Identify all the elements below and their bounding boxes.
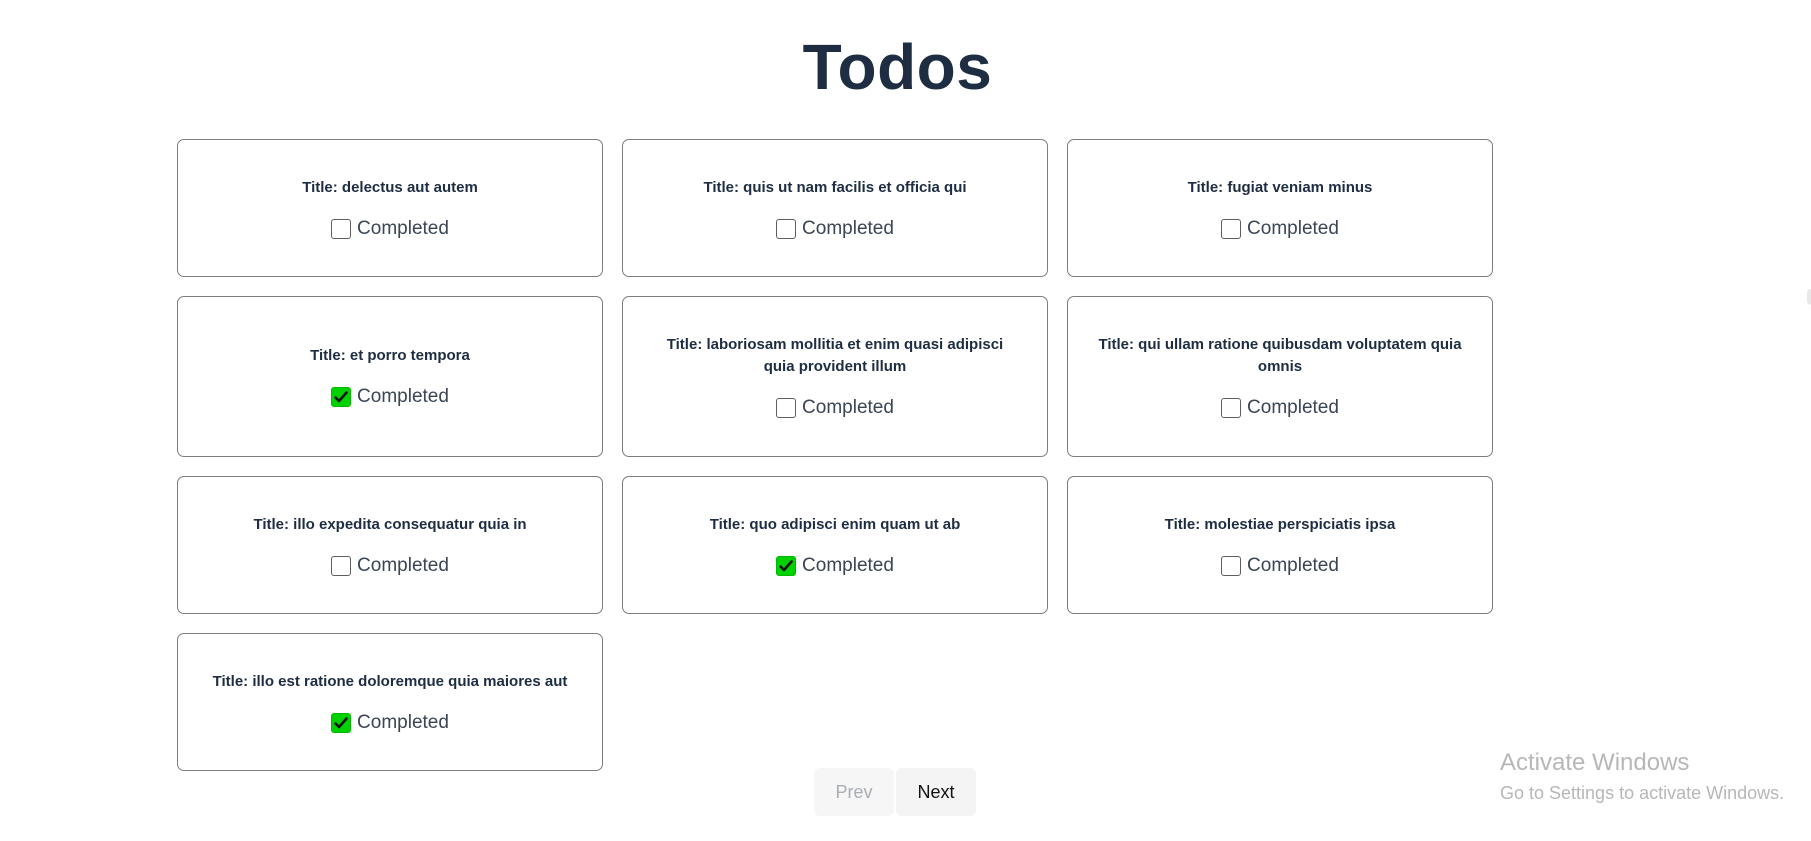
prev-button[interactable]: Prev bbox=[814, 768, 894, 816]
todo-title: Title: et porro tempora bbox=[310, 347, 470, 364]
completed-toggle[interactable]: Completed bbox=[776, 555, 894, 577]
completed-toggle[interactable]: Completed bbox=[776, 218, 894, 240]
completed-checkbox[interactable] bbox=[776, 555, 797, 576]
completed-toggle[interactable]: Completed bbox=[331, 386, 449, 408]
checkmark-icon bbox=[334, 391, 348, 403]
completed-label: Completed bbox=[802, 217, 894, 239]
todo-title: Title: quo adipisci enim quam ut ab bbox=[709, 515, 961, 533]
todo-title: Title: fugiat veniam minus bbox=[1187, 178, 1373, 196]
completed-checkbox[interactable] bbox=[331, 218, 352, 239]
completed-checkbox[interactable] bbox=[1221, 555, 1242, 576]
todo-card: Title: fugiat veniam minus Completed bbox=[1067, 139, 1493, 277]
completed-label: Completed bbox=[357, 554, 449, 576]
todo-card: Title: et porro tempora Completed bbox=[177, 296, 603, 457]
completed-toggle[interactable]: Completed bbox=[1221, 218, 1339, 240]
completed-label: Completed bbox=[357, 386, 449, 407]
checkmark-icon bbox=[334, 716, 348, 728]
completed-checkbox[interactable] bbox=[776, 218, 797, 239]
todo-title: Title: delectus aut autem bbox=[302, 178, 478, 196]
completed-checkbox[interactable] bbox=[776, 398, 797, 418]
todo-card: Title: qui ullam ratione quibusdam volup… bbox=[1067, 296, 1493, 457]
completed-checkbox[interactable] bbox=[331, 387, 352, 407]
completed-label: Completed bbox=[357, 217, 449, 239]
completed-label: Completed bbox=[357, 711, 449, 733]
completed-label: Completed bbox=[802, 397, 894, 418]
completed-toggle[interactable]: Completed bbox=[331, 712, 449, 734]
watermark-title: Activate Windows bbox=[1500, 749, 1690, 776]
pagination: Prev Next bbox=[814, 768, 976, 816]
todo-title: Title: quis ut nam facilis et officia qu… bbox=[703, 178, 967, 196]
todo-card: Title: quis ut nam facilis et officia qu… bbox=[622, 139, 1048, 277]
completed-toggle[interactable]: Completed bbox=[776, 397, 894, 419]
checkmark-icon bbox=[779, 559, 793, 571]
todo-card: Title: delectus aut autem Completed bbox=[177, 139, 603, 277]
todo-card: Title: illo est ratione doloremque quia … bbox=[177, 633, 603, 771]
completed-toggle[interactable]: Completed bbox=[1221, 555, 1339, 577]
todo-card: Title: illo expedita consequatur quia in… bbox=[177, 476, 603, 614]
todo-grid: Title: delectus aut autem Completed Titl… bbox=[177, 139, 1493, 771]
completed-checkbox[interactable] bbox=[331, 555, 352, 576]
completed-label: Completed bbox=[802, 554, 894, 576]
watermark-subtitle: Go to Settings to activate Windows. bbox=[1500, 783, 1785, 803]
completed-checkbox[interactable] bbox=[1221, 398, 1242, 418]
todo-title: Title: qui ullam ratione quibusdam volup… bbox=[1098, 336, 1462, 375]
todo-card: Title: laboriosam mollitia et enim quasi… bbox=[622, 296, 1048, 457]
completed-toggle[interactable]: Completed bbox=[1221, 397, 1339, 419]
todo-card: Title: quo adipisci enim quam ut ab Comp… bbox=[622, 476, 1048, 614]
next-button[interactable]: Next bbox=[896, 768, 976, 816]
completed-label: Completed bbox=[1247, 554, 1339, 576]
edge-handle bbox=[1807, 289, 1811, 305]
completed-toggle[interactable]: Completed bbox=[331, 218, 449, 240]
completed-label: Completed bbox=[1247, 397, 1339, 418]
completed-toggle[interactable]: Completed bbox=[331, 555, 449, 577]
activate-windows-watermark: Activate Windows Go to Settings to activ… bbox=[1500, 748, 1784, 806]
page-title: Todos bbox=[802, 31, 993, 103]
completed-checkbox[interactable] bbox=[1221, 218, 1242, 239]
completed-checkbox[interactable] bbox=[331, 712, 352, 733]
todo-title: Title: molestiae perspiciatis ipsa bbox=[1164, 515, 1396, 533]
completed-label: Completed bbox=[1247, 217, 1339, 239]
todo-card: Title: molestiae perspiciatis ipsa Compl… bbox=[1067, 476, 1493, 614]
todo-title: Title: illo est ratione doloremque quia … bbox=[212, 672, 568, 690]
todo-title: Title: laboriosam mollitia et enim quasi… bbox=[666, 336, 1004, 375]
todo-title: Title: illo expedita consequatur quia in bbox=[253, 515, 527, 533]
